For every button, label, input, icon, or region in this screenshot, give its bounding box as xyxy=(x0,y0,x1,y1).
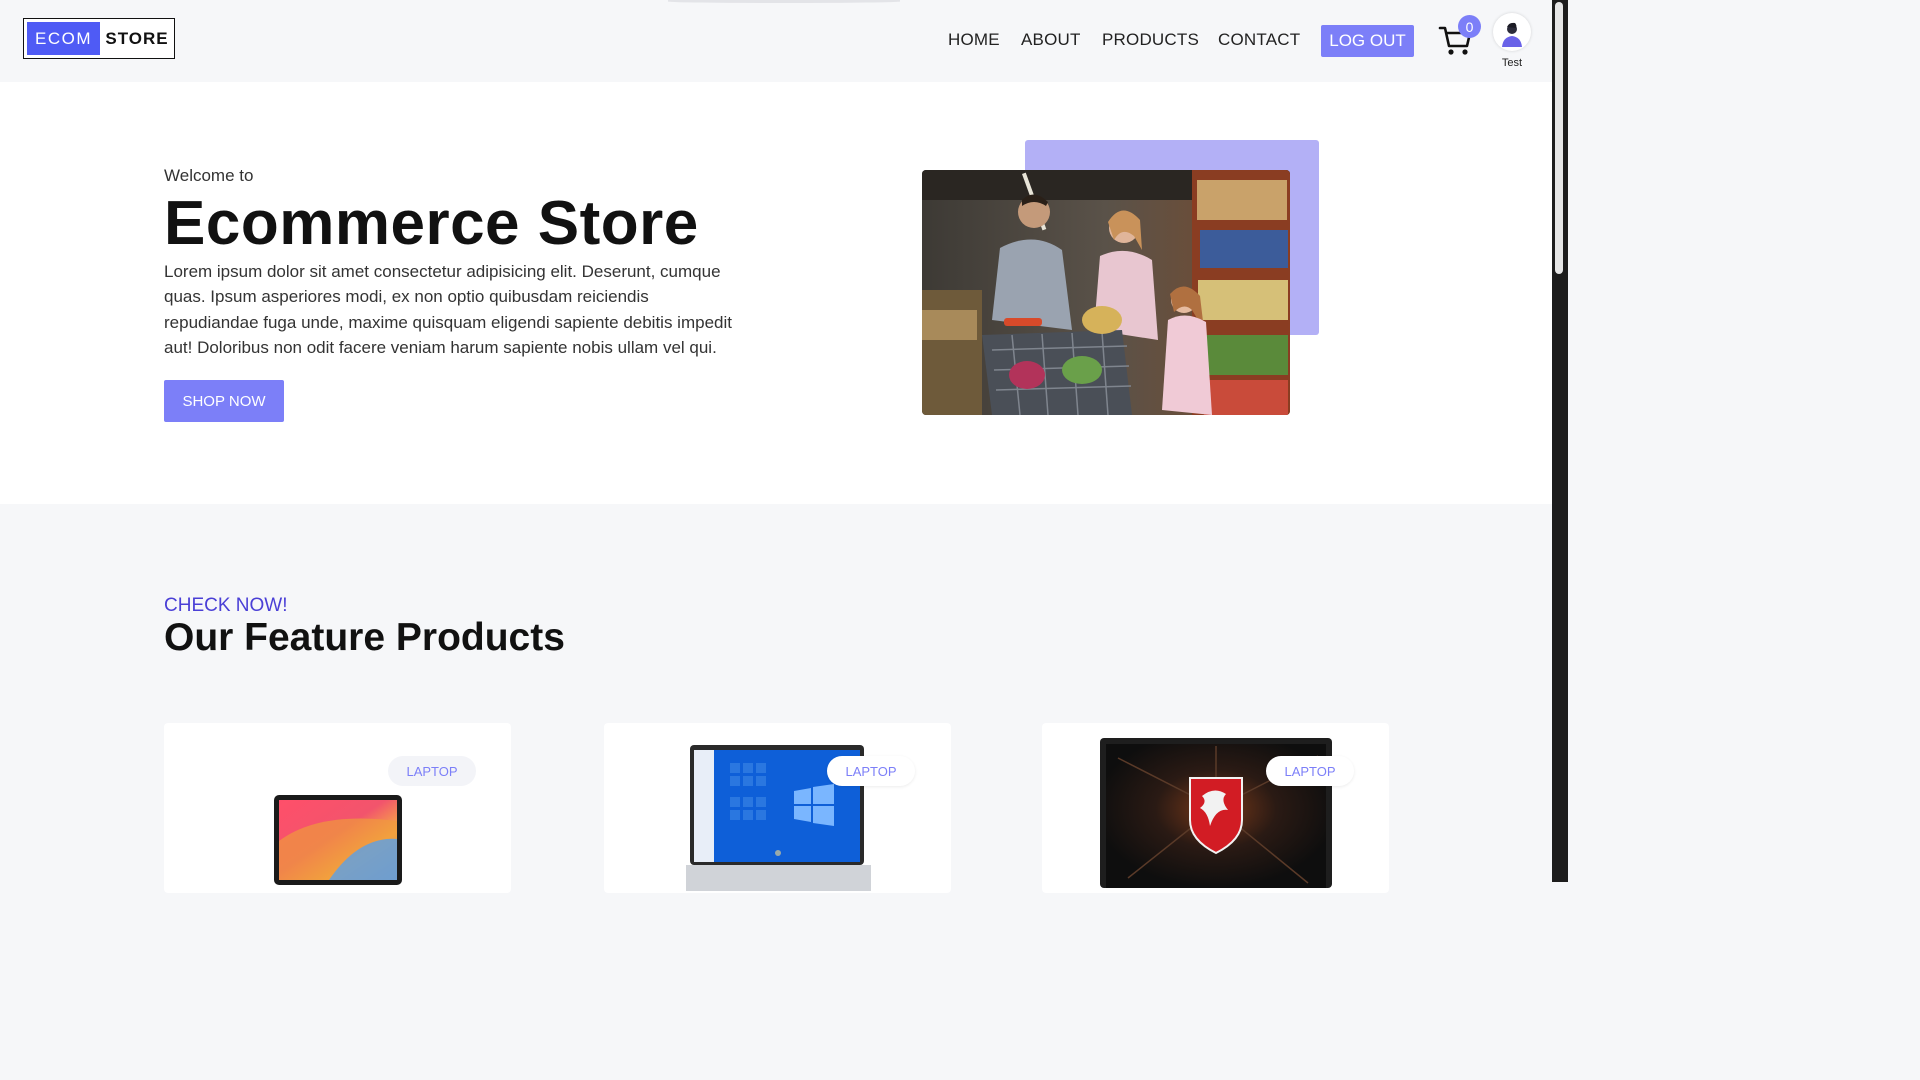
header-shadow xyxy=(668,0,900,3)
product-tag: LAPTOP xyxy=(1266,756,1354,786)
hero-image xyxy=(922,170,1290,415)
nav-contact[interactable]: CONTACT xyxy=(1218,30,1300,50)
product-card[interactable]: LAPTOP xyxy=(604,723,951,893)
hero-description: Lorem ipsum dolor sit amet consectetur a… xyxy=(164,262,732,357)
avatar-icon[interactable] xyxy=(1493,13,1531,51)
hero-welcome: Welcome to xyxy=(164,166,254,185)
logout-button[interactable]: LOG OUT xyxy=(1321,25,1414,57)
header: ECOM STORE HOME ABOUT PRODUCTS CONTACT L… xyxy=(0,0,1552,82)
nav-products[interactable]: PRODUCTS xyxy=(1102,30,1199,50)
product-image xyxy=(259,781,429,893)
brand-logo-part1: ECOM xyxy=(27,22,100,55)
brand-logo-part2: STORE xyxy=(105,28,169,48)
user-name: Test xyxy=(1501,57,1523,69)
features-eyebrow: CHECK NOW! xyxy=(164,595,288,616)
product-card[interactable]: LAPTOP xyxy=(1042,723,1389,893)
shop-now-button[interactable]: SHOP NOW xyxy=(164,380,284,422)
product-card[interactable]: LAPTOP xyxy=(164,723,511,893)
page-scrollbar-thumb[interactable] xyxy=(1555,2,1563,274)
product-tag: LAPTOP xyxy=(827,756,915,786)
cart-count-badge: 0 xyxy=(1458,15,1481,38)
hero-title: Ecommerce Store xyxy=(164,189,699,258)
brand-logo[interactable]: ECOM STORE xyxy=(23,18,175,59)
features-title: Our Feature Products xyxy=(164,616,565,659)
nav-home[interactable]: HOME xyxy=(948,30,1000,50)
nav-about[interactable]: ABOUT xyxy=(1021,30,1081,50)
